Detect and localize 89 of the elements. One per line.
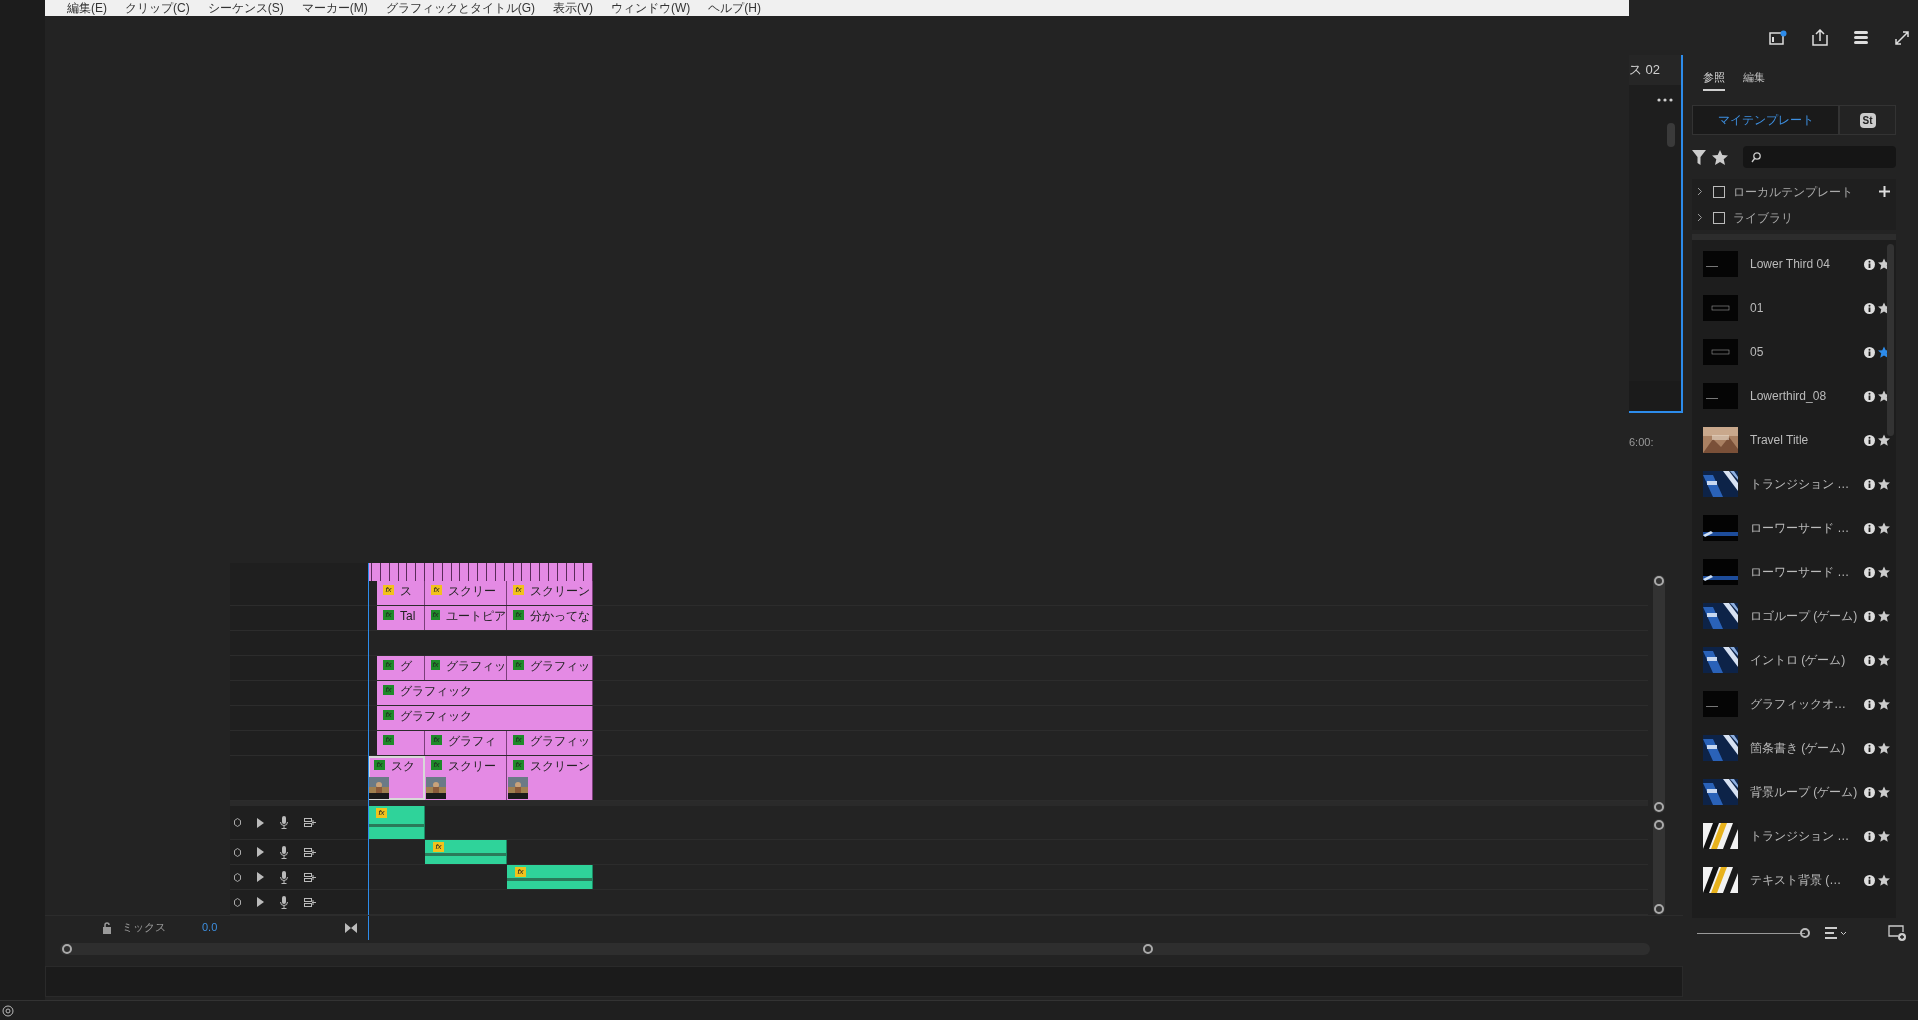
fx-badge: fx [431,660,440,670]
clip[interactable]: fx スクリー [425,581,507,605]
folder-label[interactable]: ライブラリ [1733,208,1793,227]
fx-badge: fx [513,760,524,770]
clip-label: スクリーン [530,585,590,598]
clip-label: Tal [400,610,416,623]
timecode-label: 6:00: [1629,436,1654,448]
fx-badge: fx [515,867,526,877]
clip-label: グラフィッ [530,660,590,673]
clip[interactable]: fx グラフィック [377,681,593,705]
source-tab[interactable]: マイテンプレート [1692,105,1839,135]
mix-label: ミックス [122,920,166,936]
panel-tab[interactable]: 編集 [1743,69,1765,91]
fx-badge: fx [383,610,394,620]
clip[interactable]: fx グラフィ [425,731,507,755]
menu-item[interactable]: ヘルプ(H) [708,0,761,16]
clip[interactable]: fx [377,731,425,755]
fx-badge: fx [431,735,442,745]
clip-label: スクリーン [530,760,590,773]
template-name[interactable]: 背景ループ (ゲーム) [1750,783,1864,801]
source-tab[interactable]: St [1839,105,1896,135]
fx-badge: fx [383,660,394,670]
clip[interactable]: fx グラフィッ [507,731,593,755]
template-name[interactable]: テキスト背景 (… [1750,871,1864,889]
clip[interactable]: fx グラフィッ [507,656,593,680]
fx-badge: fx [431,585,442,595]
template-name[interactable]: ローワーサード … [1750,519,1864,537]
template-name[interactable]: ロゴループ (ゲーム) [1750,607,1864,625]
clip-label: スクリー [448,760,496,773]
clip[interactable]: fx スクリーン [507,756,593,800]
audio-clip[interactable]: fx [368,806,425,839]
clip[interactable]: fx スク [368,756,425,800]
fx-badge: fx [513,585,524,595]
clip-label: スク [391,760,415,773]
template-name[interactable]: グラフィックオ… [1750,695,1864,713]
clip-label: ス [400,585,412,598]
clip-label: グラフィッ [446,660,506,673]
template-name[interactable]: イントロ (ゲーム) [1750,651,1864,669]
clip-label: グラフィック [400,685,472,698]
audio-clip[interactable]: fx [425,840,507,864]
template-name[interactable]: トランジション … [1750,827,1864,845]
clip[interactable]: fx ユートピア [425,606,507,630]
template-name[interactable]: Lower Third 04 [1750,255,1864,273]
menu-item[interactable]: 表示(V) [553,0,593,16]
clip[interactable]: fx Tal [377,606,425,630]
fx-badge: fx [513,660,524,670]
menu-item[interactable]: 編集(E) [67,0,107,16]
menu-item[interactable]: マーカー(M) [301,0,368,16]
clip[interactable]: fx グラフィック [377,706,593,730]
template-name[interactable]: 箇条書き (ゲーム) [1750,739,1864,757]
template-name[interactable]: ローワーサード … [1750,563,1864,581]
clip-label: グ [400,660,412,673]
clip[interactable]: fx スクリー [425,756,507,800]
clip[interactable]: fx グラフィッ [425,656,507,680]
fx-badge: fx [433,842,444,852]
fx-badge: fx [383,710,394,720]
audio-clip[interactable]: fx [507,865,593,889]
menu-item[interactable]: ウィンドウ(W) [611,0,691,16]
clip-label: ユートピア [446,610,506,623]
clip[interactable]: fx スクリーン [507,581,593,605]
template-name[interactable]: Travel Title [1750,431,1864,449]
fx-badge: fx [383,685,394,695]
folder-label[interactable]: ローカルテンプレート [1733,182,1853,201]
template-name[interactable]: 01 [1750,299,1864,317]
clip[interactable]: fx 分かってな [507,606,593,630]
fx-badge: fx [513,735,524,745]
clip[interactable]: fx ス [377,581,425,605]
template-name[interactable]: Lowerthird_08 [1750,387,1864,405]
clip-label: グラフィッ [530,735,590,748]
mix-value[interactable]: 0.0 [202,919,218,936]
fx-badge: fx [513,610,524,620]
template-name[interactable]: 05 [1750,343,1864,361]
fx-badge: fx [383,735,394,745]
clip-label: グラフィック [400,710,472,723]
menu-item[interactable]: クリップ(C) [125,0,190,16]
fx-badge: fx [431,610,440,620]
template-name[interactable]: トランジション … [1750,475,1864,493]
fx-badge: fx [431,760,442,770]
menu-item[interactable]: グラフィックとタイトル(G) [385,0,535,16]
fx-badge: fx [383,585,394,595]
menu-item[interactable]: シーケンス(S) [207,0,284,16]
panel-tab[interactable]: ス 02 [1629,60,1661,80]
clip-label: 分かってな [530,610,590,623]
clip[interactable]: fx グ [377,656,425,680]
fx-badge: fx [376,808,387,818]
clip-label: グラフィ [448,735,496,748]
clip-label: スクリー [448,585,496,598]
fx-badge: fx [374,760,385,770]
panel-tab[interactable]: 参照 [1703,69,1725,91]
